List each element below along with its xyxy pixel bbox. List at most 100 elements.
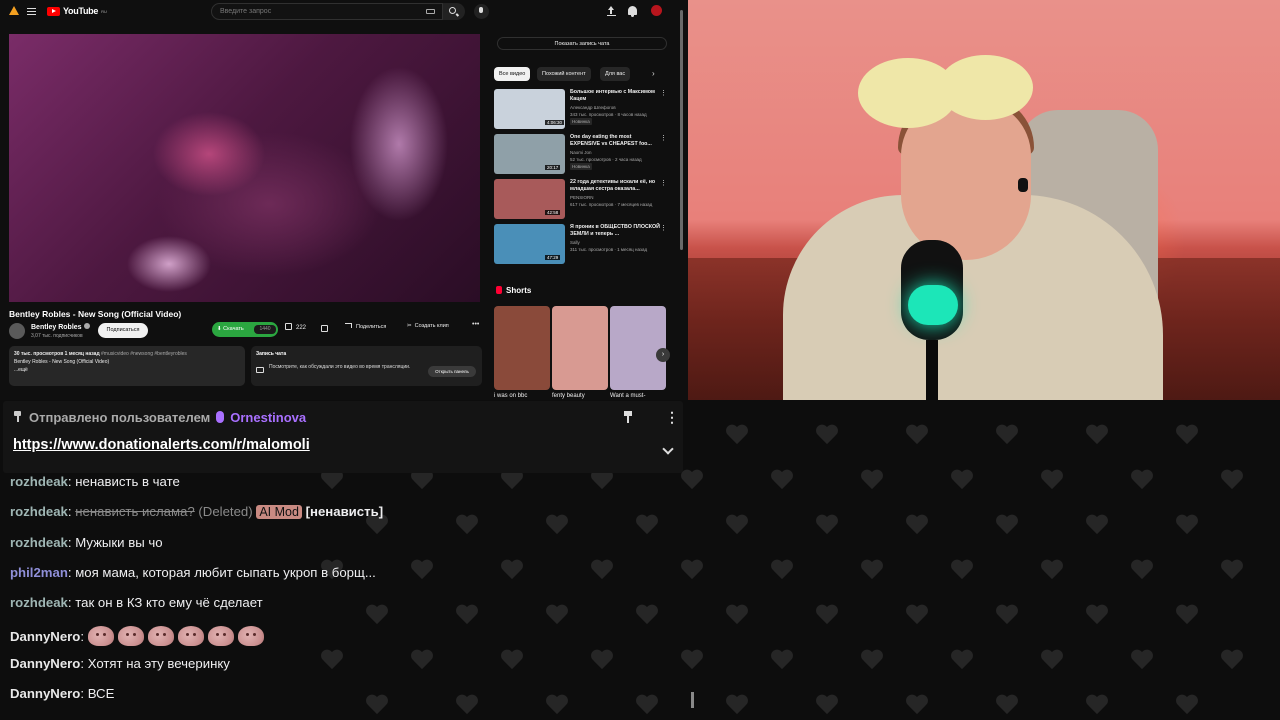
hamburger-menu-icon[interactable]	[27, 8, 36, 15]
open-panel-button[interactable]: Открыть панель	[428, 366, 476, 377]
recommended-video[interactable]: 20:17 One day eating the most EXPENSIVE v…	[494, 134, 670, 174]
video-duration: 20:17	[545, 165, 561, 170]
description-box[interactable]: 30 тыс. просмотров 1 месяц назад #musicv…	[9, 346, 245, 386]
show-chat-replay-button[interactable]: Показать запись чата	[497, 37, 667, 50]
short-title[interactable]: Want a must-	[610, 393, 645, 399]
download-label: Скачать	[223, 326, 244, 332]
youtube-logo[interactable]: YouTube RU	[47, 6, 107, 16]
chevron-right-icon[interactable]: ›	[652, 69, 655, 78]
clip-label: Создать клип	[414, 323, 449, 329]
unpin-icon[interactable]	[624, 411, 632, 423]
video-meta: Александр Шлефогов 343 тыс. просмотров · …	[570, 105, 647, 125]
youtube-play-icon	[47, 6, 60, 16]
video-duration: 4:06:30	[545, 120, 565, 125]
more-options-icon[interactable]: ⋮	[660, 179, 667, 187]
pinned-by: Отправлено пользователем Ornestinova	[29, 410, 306, 425]
chat-message: DannyNero:	[10, 625, 268, 646]
more-options-icon[interactable]: ⋮	[660, 134, 667, 142]
heart-pattern	[365, 695, 389, 717]
youtube-scrollbar[interactable]	[680, 10, 683, 250]
subscribe-button[interactable]: Подписаться	[98, 323, 148, 338]
more-options-icon[interactable]: ⋮	[660, 89, 667, 97]
more-actions-icon[interactable]: •••	[472, 321, 479, 328]
chat-message-text: ненависть в чате	[75, 474, 180, 489]
account-avatar[interactable]	[651, 5, 662, 16]
short-thumbnail[interactable]	[610, 306, 666, 390]
heart-pattern	[905, 605, 929, 627]
chat-scrollbar[interactable]	[691, 692, 694, 708]
heart-pattern	[815, 425, 839, 447]
short-title[interactable]: i was on bbc	[494, 393, 527, 399]
search-button[interactable]	[443, 3, 465, 20]
chat-icon	[256, 367, 264, 373]
heart-pattern	[455, 605, 479, 627]
quality-dropdown[interactable]: 1440	[254, 325, 276, 334]
heart-pattern	[770, 650, 794, 672]
show-more-link[interactable]: ...ещё	[14, 366, 240, 374]
short-thumbnail[interactable]	[494, 306, 550, 390]
emote-icon[interactable]	[177, 625, 204, 646]
voice-search-mic-icon[interactable]	[474, 4, 489, 19]
heart-pattern	[950, 470, 974, 492]
live-chat-title: Запись чата	[256, 351, 287, 357]
video-title[interactable]: Большое интервью с Максимом Кацем	[570, 89, 660, 103]
upload-icon[interactable]	[607, 6, 616, 16]
recommended-video[interactable]: 4:06:30 Большое интервью с Максимом Кацем…	[494, 89, 670, 129]
pinned-more-icon[interactable]: ⋮	[665, 409, 679, 426]
recommended-video[interactable]: 42:58 22 года детективы искали её, но мла…	[494, 179, 670, 219]
emote-icon[interactable]	[147, 625, 174, 646]
heart-pattern	[680, 560, 704, 582]
chip-related[interactable]: Похожий контент	[537, 67, 591, 81]
warning-triangle-icon[interactable]	[9, 6, 19, 15]
chat-username[interactable]: rozhdeak	[10, 474, 68, 489]
pinned-username[interactable]: Ornestinova	[230, 410, 306, 425]
hashtags[interactable]: #musicvideo #newsong #bentleyrobles	[101, 351, 187, 357]
emote-icon[interactable]	[87, 625, 114, 646]
chat-username[interactable]: DannyNero	[10, 656, 80, 671]
subscriber-count: 3,07 тыс. подписчиков	[31, 333, 83, 339]
heart-pattern	[860, 470, 884, 492]
chat-username[interactable]: DannyNero	[10, 629, 80, 644]
keyboard-icon[interactable]	[426, 9, 435, 14]
notifications-bell-icon[interactable]	[628, 6, 637, 17]
heart-pattern	[545, 695, 569, 717]
search-input[interactable]: Введите запрос	[211, 3, 443, 20]
thumbs-down-icon[interactable]	[321, 325, 328, 332]
chip-all-videos[interactable]: Все видео	[494, 67, 531, 81]
heart-pattern	[680, 650, 704, 672]
chat-username[interactable]: rozhdeak	[10, 595, 68, 610]
emote-icon[interactable]	[117, 625, 144, 646]
chevron-down-icon[interactable]	[662, 443, 674, 455]
video-title[interactable]: One day eating the most EXPENSIVE vs CHE…	[570, 134, 660, 148]
chat-username[interactable]: rozhdeak	[10, 535, 68, 550]
chat-username[interactable]: phil2man	[10, 565, 68, 580]
channel-avatar[interactable]	[9, 323, 25, 339]
clip-button[interactable]: ✂ Создать клип	[407, 323, 449, 329]
video-title[interactable]: Я проник в ОБЩЕСТВО ПЛОСКОЙ ЗЕМЛИ и тепе…	[570, 224, 660, 238]
heart-pattern	[320, 470, 344, 492]
heart-pattern	[1040, 650, 1064, 672]
recommended-video[interactable]: 47:29 Я проник в ОБЩЕСТВО ПЛОСКОЙ ЗЕМЛИ и…	[494, 224, 670, 264]
share-button[interactable]: Поделиться	[345, 323, 386, 330]
emote-icon[interactable]	[207, 625, 234, 646]
more-options-icon[interactable]: ⋮	[660, 224, 667, 232]
chat-message: rozhdeak: ненависть ислама? (Deleted) AI…	[10, 504, 384, 520]
video-player[interactable]	[9, 34, 480, 302]
heart-pattern	[860, 650, 884, 672]
chat-username[interactable]: rozhdeak	[10, 504, 68, 519]
heart-pattern	[1175, 515, 1199, 537]
shorts-next-button[interactable]: ›	[656, 348, 670, 362]
heart-pattern	[635, 695, 659, 717]
short-title[interactable]: fenty beauty	[552, 393, 585, 399]
heart-pattern	[500, 650, 524, 672]
chat-username[interactable]: DannyNero	[10, 686, 80, 701]
chip-for-you[interactable]: Для вас	[600, 67, 631, 81]
emote-icon[interactable]	[237, 625, 264, 646]
video-title[interactable]: 22 года детективы искали её, но младшая …	[570, 179, 660, 193]
short-thumbnail[interactable]	[552, 306, 608, 390]
views-line: 30 тыс. просмотров 1 месяц назад	[14, 351, 100, 357]
donation-link[interactable]: https://www.donationalerts.com/r/malomol…	[13, 437, 310, 453]
channel-name[interactable]: Bentley Robles	[31, 323, 90, 331]
like-button[interactable]: 222	[285, 323, 306, 331]
moderation-reason: [ненависть]	[301, 504, 384, 520]
